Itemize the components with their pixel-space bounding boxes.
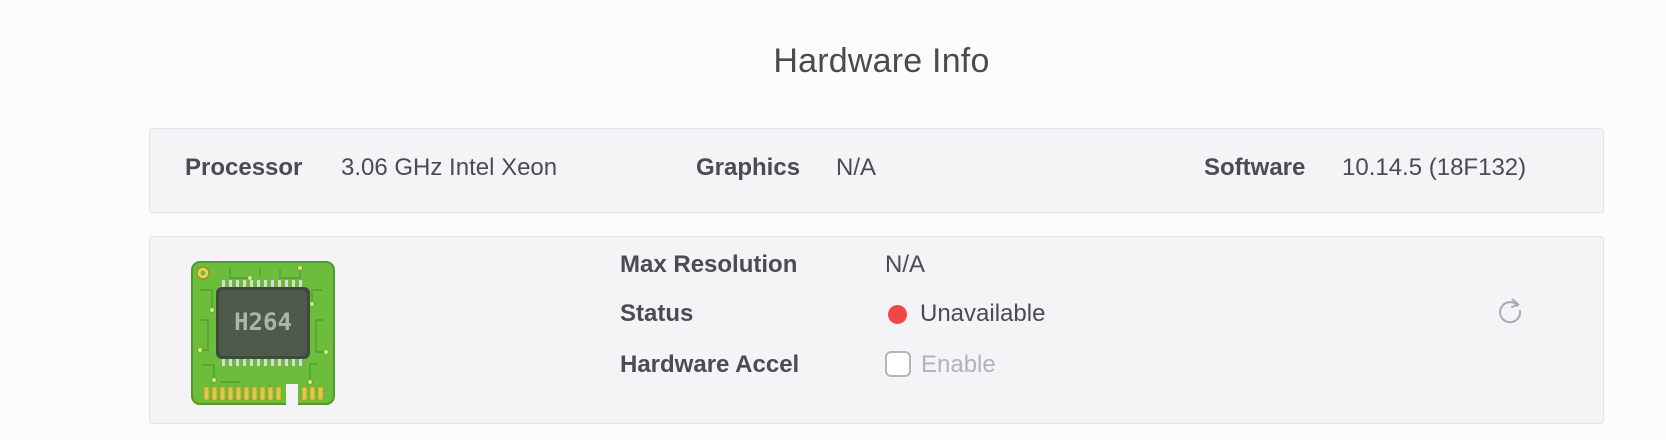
software-label: Software [1204,154,1306,181]
chip-label-text: H264 [234,308,292,336]
h264-chip-icon: H264 [191,261,335,406]
hardware-accel-label: Hardware Accel [620,351,800,378]
processor-value: 3.06 GHz Intel Xeon [341,154,558,181]
enable-checkbox[interactable] [885,351,911,377]
status-value: Unavailable [920,300,1046,327]
system-info-panel: Processor 3.06 GHz Intel Xeon Graphics N… [149,128,1604,213]
enable-label: Enable [921,351,996,378]
graphics-value: N/A [836,154,877,181]
hardware-accel-panel: H264 Max Resolution N/A Status Unavailab… [149,236,1604,424]
status-indicator-dot [888,305,907,324]
page-title: Hardware Info [773,42,990,80]
status-label: Status [620,300,694,327]
software-value: 10.14.5 (18F132) [1342,154,1527,181]
graphics-label: Graphics [696,154,801,181]
refresh-icon[interactable] [1495,295,1525,325]
max-resolution-label: Max Resolution [620,251,798,278]
processor-label: Processor [185,154,303,181]
max-resolution-value: N/A [885,251,926,278]
